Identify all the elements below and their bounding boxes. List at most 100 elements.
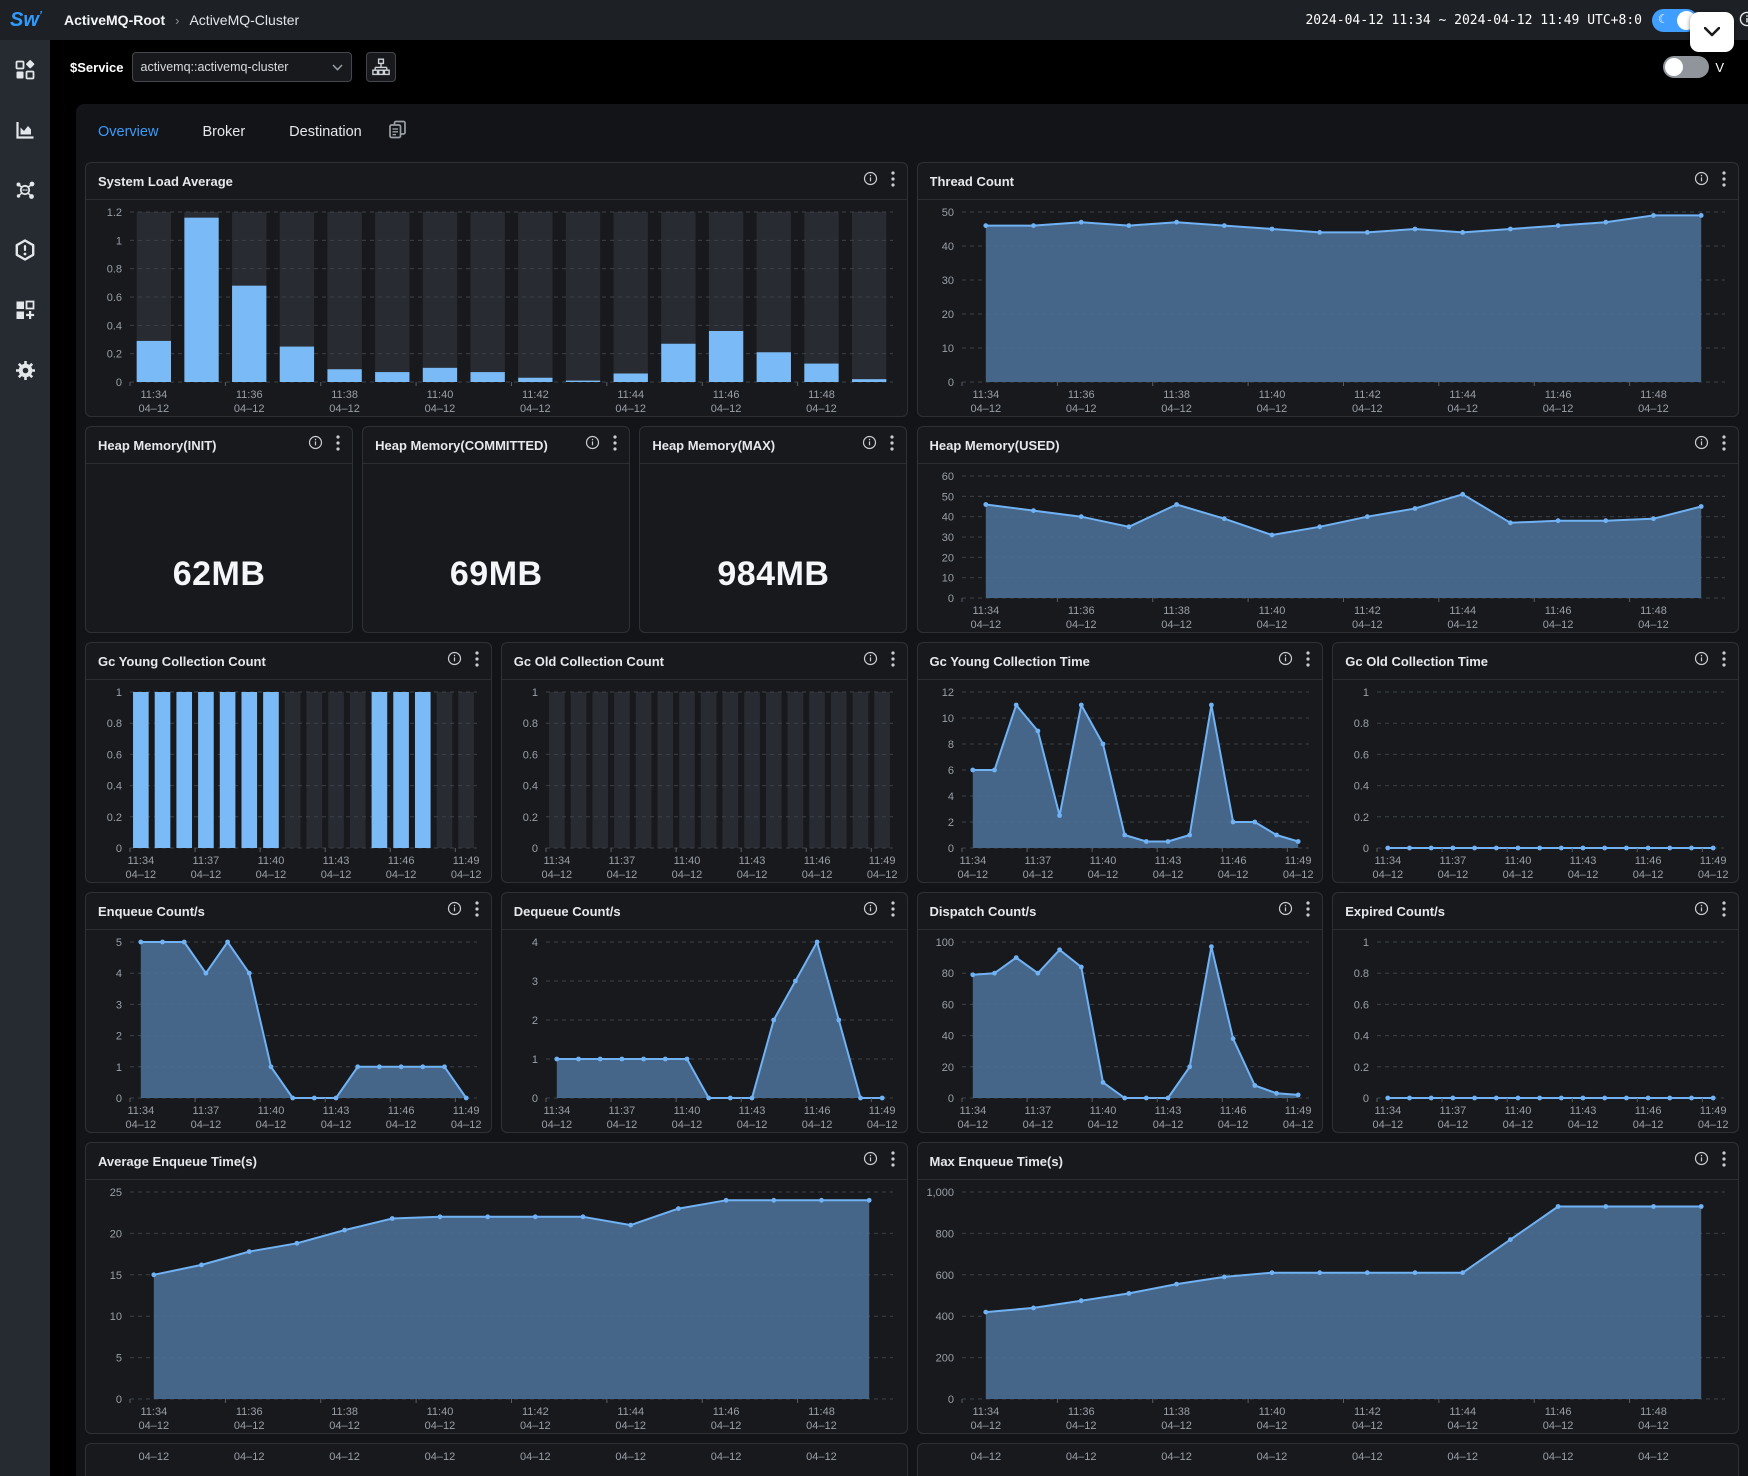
more-menu-icon[interactable]	[475, 901, 479, 922]
sidebar-item-topology[interactable]	[0, 160, 50, 220]
info-icon[interactable]	[1694, 1151, 1709, 1171]
svg-text:11:34: 11:34	[972, 605, 999, 617]
info-icon[interactable]	[863, 1151, 878, 1171]
sidebar-item-charts[interactable]	[0, 100, 50, 160]
service-select[interactable]: activemq::activemq-cluster	[132, 52, 352, 82]
gc-old-time-chart[interactable]: 00.20.40.60.8111:3404–1211:3704–1211:400…	[1333, 680, 1738, 882]
svg-text:04–12: 04–12	[1065, 1420, 1096, 1432]
more-menu-icon[interactable]	[1722, 435, 1726, 456]
svg-text:11:46: 11:46	[388, 855, 415, 867]
more-menu-icon[interactable]	[1722, 651, 1726, 672]
panel-heap-max: Heap Memory(MAX) 984MB	[639, 426, 907, 633]
more-menu-icon[interactable]	[336, 435, 340, 456]
more-menu-icon[interactable]	[891, 171, 895, 192]
svg-text:11:37: 11:37	[1440, 855, 1467, 867]
svg-text:11:38: 11:38	[1163, 1406, 1190, 1418]
tab-broker[interactable]: Broker	[202, 124, 245, 140]
svg-text:0: 0	[532, 843, 538, 855]
avg-enqueue-time-chart[interactable]: 051015202511:3404–1211:3604–1211:3804–12…	[86, 1180, 907, 1433]
expired-rate-chart[interactable]: 00.20.40.60.8111:3404–1211:3704–1211:400…	[1333, 930, 1738, 1132]
info-icon[interactable]	[1694, 435, 1709, 455]
svg-text:11:49: 11:49	[1700, 1105, 1727, 1117]
tab-destination[interactable]: Destination	[289, 124, 362, 140]
tab-overview[interactable]: Overview	[98, 124, 158, 140]
panel-gc-old-count: Gc Old Collection Count 00.20.40.60.8111…	[501, 642, 908, 883]
more-menu-icon[interactable]	[891, 1151, 895, 1172]
view-toggle[interactable]	[1663, 56, 1709, 78]
sidebar-item-settings[interactable]	[0, 340, 50, 400]
info-icon[interactable]	[863, 171, 878, 191]
enqueue-rate-chart[interactable]: 01234511:3404–1211:3704–1211:4004–1211:4…	[86, 930, 491, 1132]
more-menu-icon[interactable]	[891, 901, 895, 922]
svg-text:800: 800	[935, 1228, 953, 1240]
info-icon[interactable]	[1278, 901, 1293, 921]
gc-old-count-chart[interactable]: 00.20.40.60.8111:3404–1211:3704–1211:400…	[502, 680, 907, 882]
more-menu-icon[interactable]	[1722, 1151, 1726, 1172]
gc-young-time-chart[interactable]: 02468101211:3404–1211:3704–1211:4004–121…	[918, 680, 1323, 882]
more-menu-icon[interactable]	[1722, 171, 1726, 192]
svg-text:04–12: 04–12	[671, 1119, 702, 1131]
time-range[interactable]: 2024-04-12 11:34 ~ 2024-04-12 11:49 UTC+…	[1305, 13, 1642, 28]
svg-text:11:44: 11:44	[617, 389, 644, 401]
dispatch-rate-chart[interactable]: 02040608010011:3404–1211:3704–1211:4004–…	[918, 930, 1323, 1132]
svg-text:11:40: 11:40	[1258, 1406, 1285, 1418]
info-icon[interactable]	[1694, 651, 1709, 671]
svg-text:11:37: 11:37	[608, 855, 635, 867]
heap-used-chart[interactable]: 010203040506011:3404–1211:3604–1211:3804…	[918, 464, 1739, 632]
sidebar-item-new-dashboard[interactable]	[0, 280, 50, 340]
skywalking-logo[interactable]: Sw’	[0, 9, 52, 32]
panel-title: Gc Young Collection Time	[930, 654, 1279, 669]
svg-text:04–12: 04–12	[1161, 1451, 1192, 1463]
svg-text:0: 0	[947, 1394, 953, 1406]
dequeue-rate-chart[interactable]: 0123411:3404–1211:3704–1211:4004–1211:43…	[502, 930, 907, 1132]
sidebar-item-alerts[interactable]	[0, 220, 50, 280]
info-icon[interactable]	[863, 901, 878, 921]
info-icon[interactable]	[862, 435, 877, 455]
svg-text:11:38: 11:38	[331, 389, 358, 401]
more-menu-icon[interactable]	[1722, 901, 1726, 922]
info-icon[interactable]	[585, 435, 600, 455]
more-menu-icon[interactable]	[613, 435, 617, 456]
panel-title: Heap Memory(COMMITTED)	[375, 438, 585, 453]
svg-text:11:46: 11:46	[1544, 605, 1571, 617]
more-menu-icon[interactable]	[1306, 651, 1310, 672]
svg-text:11:34: 11:34	[972, 389, 999, 401]
thread-count-chart[interactable]: 0102030405011:3404–1211:3604–1211:3804–1…	[918, 200, 1739, 416]
more-menu-icon[interactable]	[475, 651, 479, 672]
system-load-chart[interactable]: 00.20.40.60.811.211:3404–1211:3604–1211:…	[86, 200, 907, 416]
svg-text:0: 0	[947, 593, 953, 605]
more-menu-icon[interactable]	[890, 435, 894, 456]
gc-young-count-chart[interactable]: 00.20.40.60.8111:3404–1211:3704–1211:400…	[86, 680, 491, 882]
sidebar-item-dashboards[interactable]	[0, 40, 50, 100]
svg-text:11:49: 11:49	[1700, 855, 1727, 867]
info-icon[interactable]	[447, 651, 462, 671]
svg-text:04–12: 04–12	[191, 1119, 222, 1131]
info-icon[interactable]	[1694, 901, 1709, 921]
svg-text:11:42: 11:42	[1353, 1406, 1380, 1418]
service-topology-button[interactable]	[366, 52, 396, 82]
svg-text:04–12: 04–12	[671, 869, 702, 881]
more-menu-icon[interactable]	[891, 651, 895, 672]
svg-text:4: 4	[532, 937, 538, 949]
info-icon[interactable]	[1739, 11, 1748, 32]
breadcrumb-root[interactable]: ActiveMQ-Root	[64, 12, 165, 28]
panel-clipped-left: 04–1204–1204–1204–1204–1204–1204–1204–12	[85, 1443, 908, 1476]
info-icon[interactable]	[1694, 171, 1709, 191]
svg-text:11:49: 11:49	[453, 855, 480, 867]
collapse-panel-button[interactable]	[1690, 12, 1734, 52]
info-icon[interactable]	[863, 651, 878, 671]
svg-text:3: 3	[116, 999, 122, 1011]
info-icon[interactable]	[308, 435, 323, 455]
svg-text:04–12: 04–12	[957, 869, 988, 881]
max-enqueue-time-chart[interactable]: 02004006008001,00011:3404–1211:3604–1211…	[918, 1180, 1739, 1433]
copy-dashboard-icon[interactable]	[388, 120, 407, 144]
breadcrumb-separator-icon: ›	[175, 13, 179, 28]
svg-text:11:40: 11:40	[1505, 1105, 1532, 1117]
svg-text:04–12: 04–12	[1352, 1420, 1383, 1432]
info-icon[interactable]	[447, 901, 462, 921]
more-menu-icon[interactable]	[1306, 901, 1310, 922]
svg-text:04–12: 04–12	[736, 1119, 767, 1131]
info-icon[interactable]	[1278, 651, 1293, 671]
svg-text:400: 400	[935, 1311, 953, 1323]
svg-text:100: 100	[935, 937, 953, 949]
